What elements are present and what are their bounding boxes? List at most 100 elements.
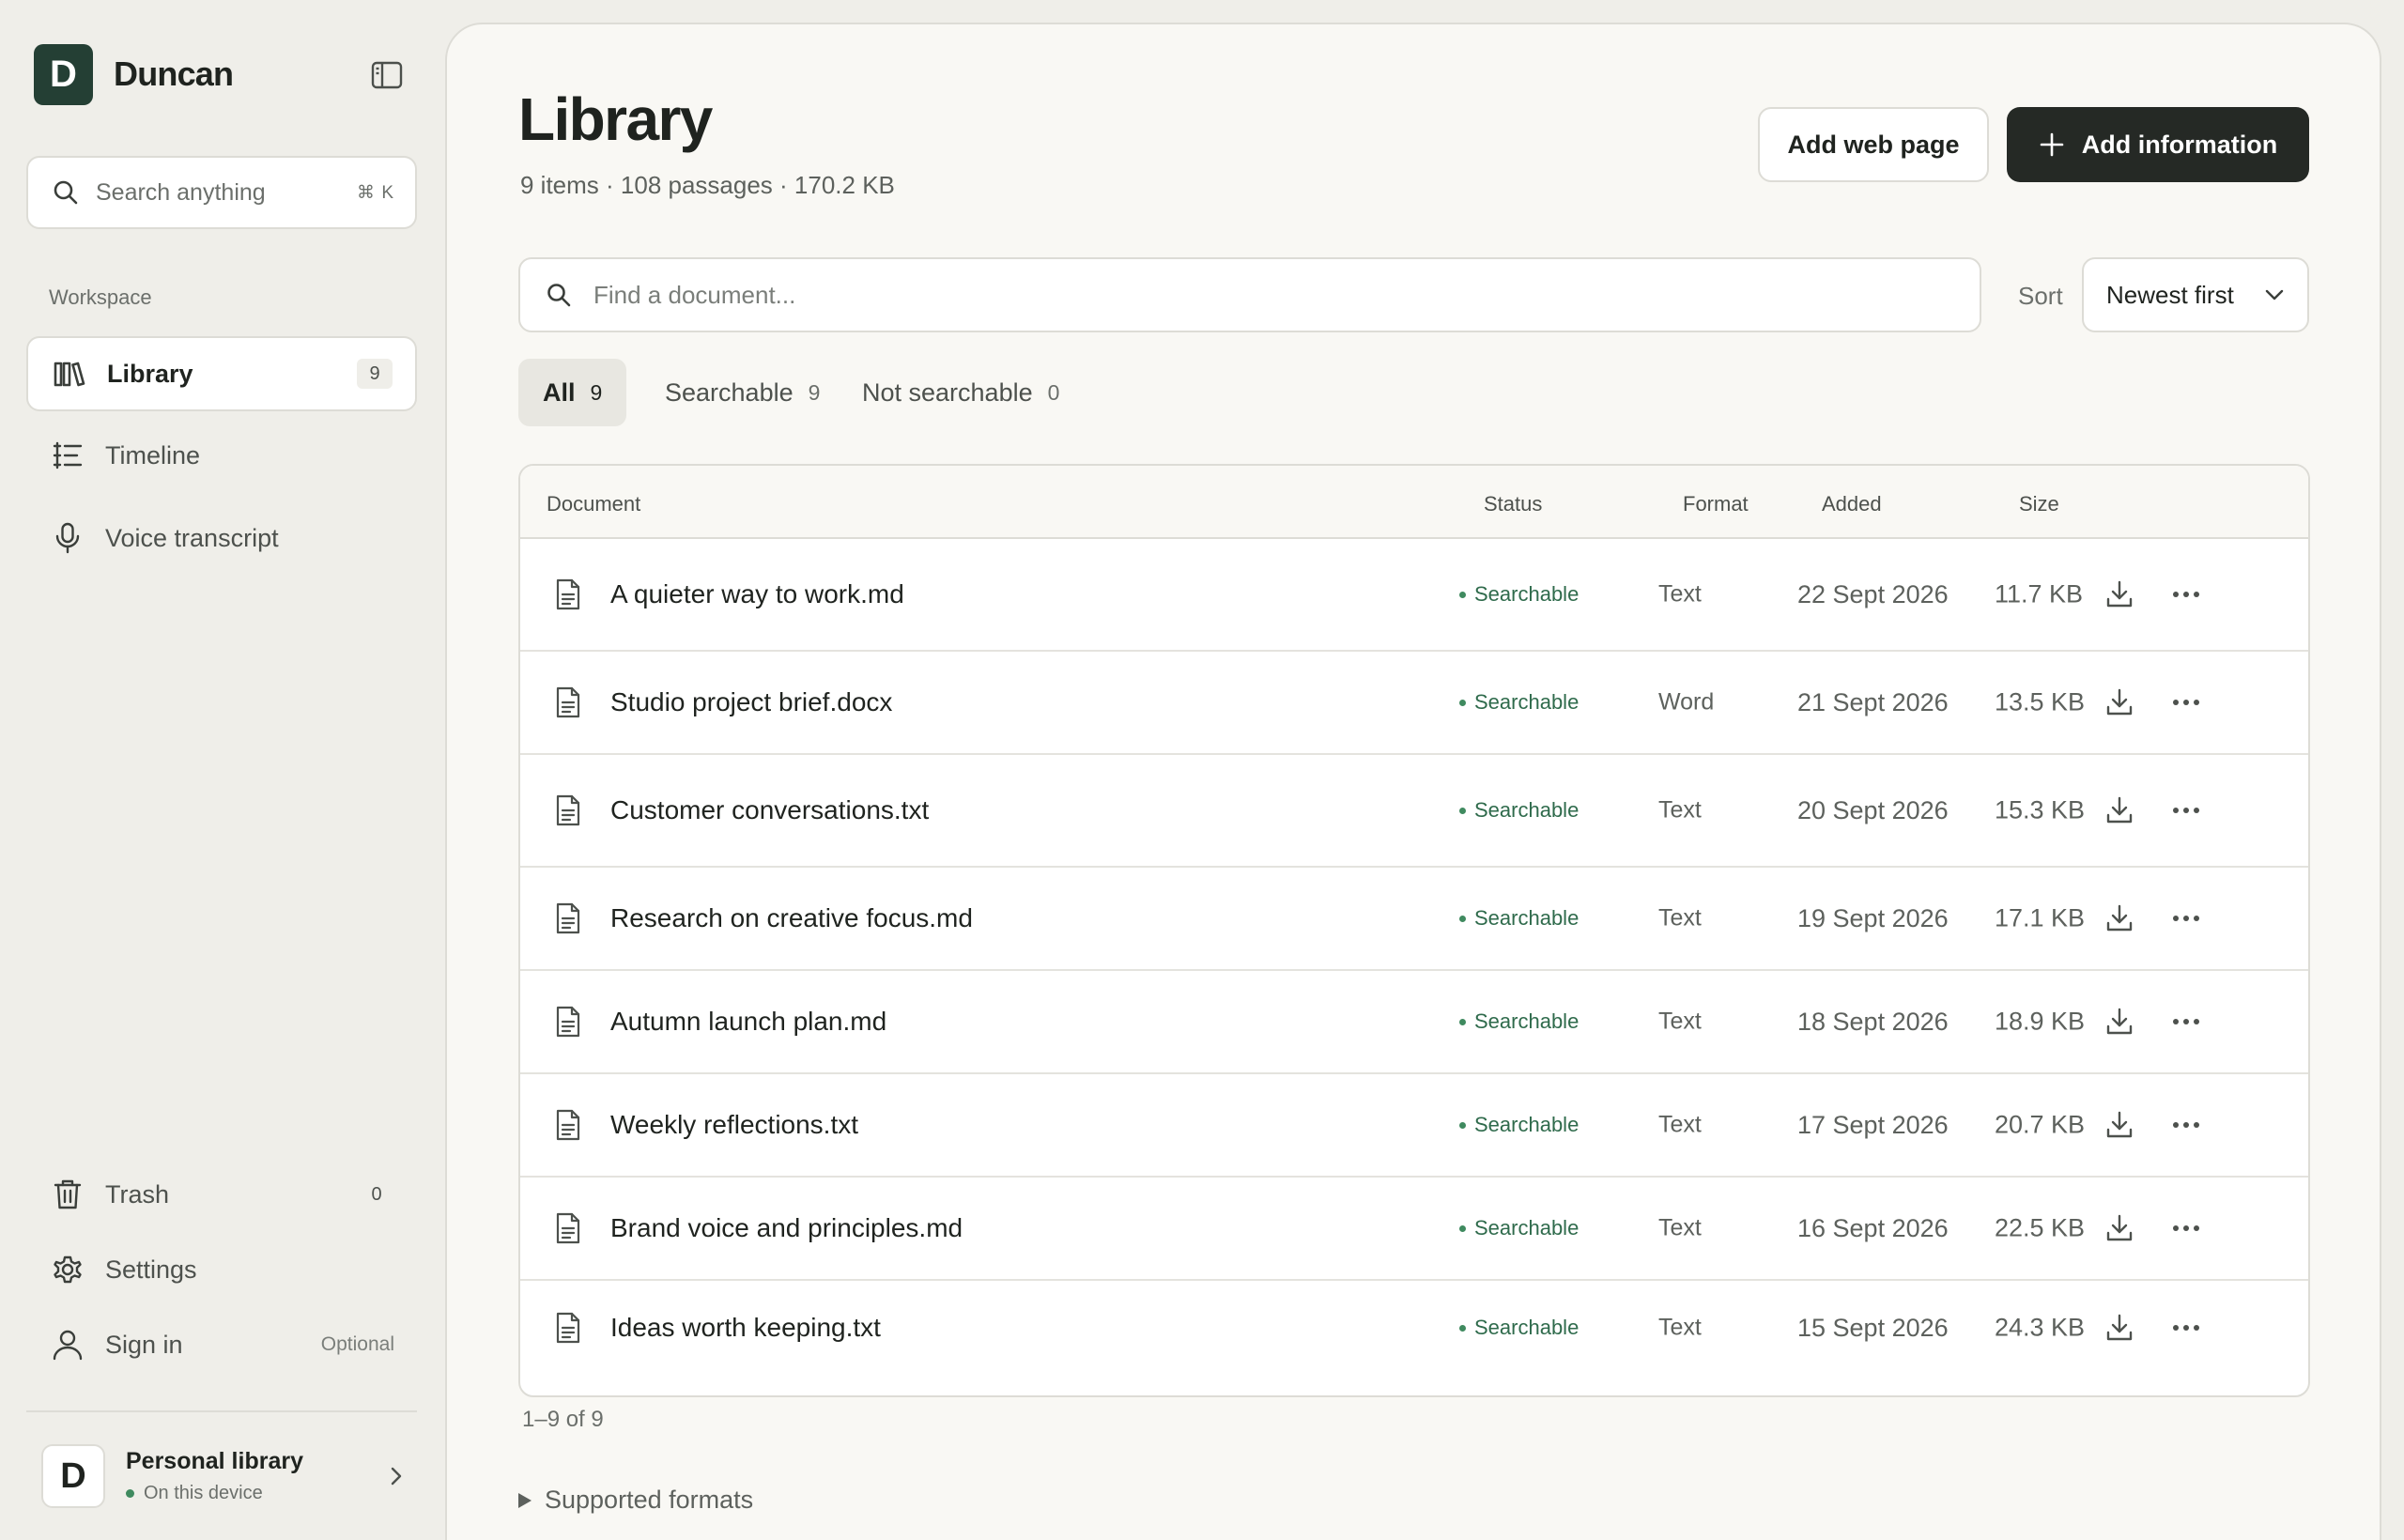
search-placeholder: Search anything (96, 178, 266, 206)
document-file-icon (554, 578, 582, 610)
sort-select[interactable]: Newest first (2082, 257, 2309, 332)
status-badge: Searchable (1459, 1216, 1579, 1240)
sidebar-item-trash[interactable]: Trash 0 (26, 1157, 417, 1232)
document-format: Text (1658, 796, 1702, 824)
download-icon[interactable] (2104, 686, 2135, 718)
sidebar-item-label: Settings (105, 1255, 197, 1284)
document-added-date: 15 Sept 2026 (1797, 1314, 1949, 1342)
pagination-summary: 1–9 of 9 (522, 1407, 604, 1432)
profile-status-text: On this device (144, 1483, 263, 1503)
supported-formats-label: Supported formats (545, 1486, 754, 1514)
download-icon[interactable] (2104, 578, 2135, 610)
avatar: D (41, 1444, 105, 1508)
table-header: Document Status Format Added Size (520, 466, 2308, 539)
tab-all[interactable]: All 9 (518, 359, 627, 426)
tab-searchable[interactable]: Searchable 9 (640, 359, 844, 426)
sidebar-item-sign-in[interactable]: Sign in Optional (26, 1307, 417, 1382)
sidebar-item-settings[interactable]: Settings (26, 1232, 417, 1307)
download-icon[interactable] (2104, 1006, 2135, 1038)
status-badge: Searchable (1459, 690, 1579, 715)
more-options-icon[interactable] (2169, 685, 2203, 719)
document-added-date: 19 Sept 2026 (1797, 904, 1949, 932)
microphone-icon (51, 521, 85, 555)
sidebar-item-timeline[interactable]: Timeline (26, 418, 417, 493)
document-name[interactable]: Research on creative focus.md (610, 903, 973, 933)
add-web-page-button[interactable]: Add web page (1758, 107, 1989, 182)
table-row[interactable]: Studio project brief.docx Searchable Word 2… (520, 652, 2308, 755)
column-header-status[interactable]: Status (1484, 492, 1542, 516)
library-count-badge: 9 (357, 359, 393, 389)
tab-label: Searchable (665, 377, 794, 407)
column-header-format[interactable]: Format (1683, 492, 1749, 516)
document-search-input[interactable]: Find a document... (518, 257, 1981, 332)
document-size: 11.7 KB (1995, 579, 2084, 608)
table-row[interactable]: Brand voice and principles.md Searchable T… (520, 1178, 2308, 1281)
document-file-icon (554, 902, 582, 934)
more-options-icon[interactable] (2169, 1005, 2203, 1039)
document-added-date: 16 Sept 2026 (1797, 1214, 1949, 1242)
more-options-icon[interactable] (2169, 1211, 2203, 1245)
column-header-document[interactable]: Document (547, 492, 640, 516)
document-format: Text (1658, 1111, 1702, 1138)
more-options-icon[interactable] (2169, 901, 2203, 935)
brand: D Duncan (34, 43, 234, 105)
document-size: 20.7 KB (1995, 1110, 2086, 1139)
table-row[interactable]: Weekly reflections.txt Searchable Text 17 S… (520, 1074, 2308, 1178)
status-dot-icon (1459, 915, 1466, 922)
document-name[interactable]: Autumn launch plan.md (610, 1007, 886, 1037)
document-name[interactable]: Weekly reflections.txt (610, 1110, 858, 1140)
tab-not-searchable[interactable]: Not searchable 0 (838, 359, 1084, 426)
add-information-button[interactable]: Add information (2007, 107, 2309, 182)
table-row[interactable]: Research on creative focus.md Searchable T… (520, 868, 2308, 971)
table-row[interactable]: Customer conversations.txt Searchable Text… (520, 755, 2308, 868)
download-icon[interactable] (2104, 1312, 2135, 1344)
profile-text: Personal library On this device (126, 1448, 383, 1504)
sidebar-item-label: Trash (105, 1179, 170, 1209)
document-name[interactable]: Brand voice and principles.md (610, 1213, 963, 1243)
more-options-icon[interactable] (2169, 578, 2203, 611)
user-icon (51, 1328, 85, 1362)
download-icon[interactable] (2104, 1212, 2135, 1244)
column-header-added[interactable]: Added (1822, 492, 1882, 516)
document-file-icon (554, 794, 582, 826)
status-text: Searchable (1474, 1316, 1580, 1339)
profile-switcher[interactable]: D Personal library On this device (41, 1442, 408, 1510)
document-format: Text (1658, 580, 1702, 608)
sidebar-item-label: Sign in (105, 1330, 183, 1359)
chevron-right-icon (383, 1464, 408, 1488)
document-format: Text (1658, 1314, 1702, 1341)
document-name[interactable]: Customer conversations.txt (610, 795, 929, 825)
download-icon[interactable] (2104, 902, 2135, 934)
sign-in-optional-note: Optional (320, 1333, 394, 1355)
document-added-date: 22 Sept 2026 (1797, 580, 1949, 608)
document-name[interactable]: A quieter way to work.md (610, 579, 904, 609)
document-name[interactable]: Studio project brief.docx (610, 687, 892, 717)
global-search-input[interactable]: Search anything ⌘ K (26, 156, 417, 229)
document-size: 17.1 KB (1995, 903, 2086, 932)
table-row[interactable]: Autumn launch plan.md Searchable Text 18 Se… (520, 971, 2308, 1074)
status-dot-icon (126, 1489, 134, 1498)
library-summary: 9 items · 108 passages · 170.2 KB (520, 171, 895, 199)
status-dot-icon (1459, 1121, 1466, 1129)
supported-formats-toggle[interactable]: Supported formats (518, 1486, 753, 1515)
more-options-icon[interactable] (2169, 1311, 2203, 1345)
status-dot-icon (1459, 1324, 1466, 1332)
document-file-icon (554, 1312, 582, 1344)
table-row[interactable]: A quieter way to work.md Searchable Text 22… (520, 539, 2308, 652)
sidebar-item-library[interactable]: Library 9 (26, 336, 417, 411)
books-icon (53, 357, 86, 391)
document-added-date: 17 Sept 2026 (1797, 1111, 1949, 1139)
sidebar-item-voice-transcript[interactable]: Voice transcript (26, 500, 417, 576)
more-options-icon[interactable] (2169, 793, 2203, 827)
document-size: 13.5 KB (1995, 687, 2086, 716)
download-icon[interactable] (2104, 794, 2135, 826)
more-options-icon[interactable] (2169, 1108, 2203, 1142)
document-added-date: 21 Sept 2026 (1797, 688, 1949, 716)
brand-name: Duncan (114, 54, 234, 93)
download-icon[interactable] (2104, 1109, 2135, 1141)
column-header-size[interactable]: Size (2019, 492, 2059, 516)
table-row[interactable]: Ideas worth keeping.txt Searchable Text 15 … (520, 1281, 2308, 1375)
disclosure-triangle-icon (518, 1492, 532, 1508)
sidebar-toggle-icon[interactable] (370, 60, 404, 90)
document-name[interactable]: Ideas worth keeping.txt (610, 1313, 881, 1343)
